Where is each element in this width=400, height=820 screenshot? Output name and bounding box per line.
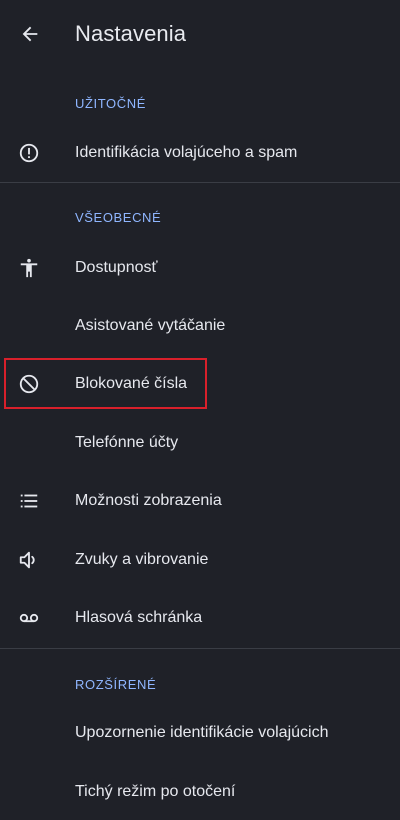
settings-item-label: Zvuky a vibrovanie — [75, 551, 209, 568]
settings-item-label: Asistované vytáčanie — [75, 317, 226, 334]
settings-item-label: Identifikácia volajúceho a spam — [75, 144, 298, 161]
block-icon — [17, 372, 41, 396]
divider — [0, 182, 400, 183]
accessibility-icon — [17, 256, 41, 280]
section-header-advanced: ROZŠÍRENÉ — [75, 677, 157, 692]
voicemail-icon — [17, 606, 41, 630]
settings-item-label: Upozornenie identifikácie volajúcich — [75, 724, 329, 741]
settings-item-blocked-numbers[interactable]: Blokované čísla — [0, 356, 400, 412]
settings-item-flip-to-silence[interactable]: Tichý režim po otočení — [0, 764, 400, 820]
settings-item-display-options[interactable]: Možnosti zobrazenia — [0, 473, 400, 529]
settings-item-caller-id-spam[interactable]: Identifikácia volajúceho a spam — [0, 125, 400, 181]
settings-item-accessibility[interactable]: Dostupnosť — [0, 240, 400, 296]
app-bar: Nastavenia — [0, 0, 400, 68]
divider — [0, 648, 400, 649]
settings-item-label: Hlasová schránka — [75, 609, 203, 626]
info-alert-icon — [17, 141, 41, 165]
settings-item-label: Blokované čísla — [75, 375, 188, 392]
settings-item-assisted-dialing[interactable]: Asistované vytáčanie — [0, 298, 400, 354]
settings-item-phone-accounts[interactable]: Telefónne účty — [0, 415, 400, 471]
page-title: Nastavenia — [75, 21, 187, 46]
section-header-general: VŠEOBECNÉ — [75, 210, 162, 225]
settings-screen: Nastavenia UŽITOČNÉ Identifikácia volajú… — [0, 0, 400, 814]
arrow-back-icon — [19, 23, 41, 45]
settings-item-label: Telefónne účty — [75, 434, 179, 451]
settings-item-label: Tichý režim po otočení — [75, 783, 236, 800]
settings-item-sounds-vibration[interactable]: Zvuky a vibrovanie — [0, 532, 400, 588]
back-button[interactable] — [12, 14, 48, 54]
list-icon — [17, 489, 41, 513]
settings-item-label: Dostupnosť — [75, 259, 158, 276]
volume-icon — [17, 548, 41, 572]
section-header-useful: UŽITOČNÉ — [75, 96, 147, 111]
settings-item-label: Možnosti zobrazenia — [75, 492, 222, 509]
settings-item-caller-id-announcement[interactable]: Upozornenie identifikácie volajúcich — [0, 705, 400, 761]
settings-item-voicemail[interactable]: Hlasová schránka — [0, 590, 400, 646]
